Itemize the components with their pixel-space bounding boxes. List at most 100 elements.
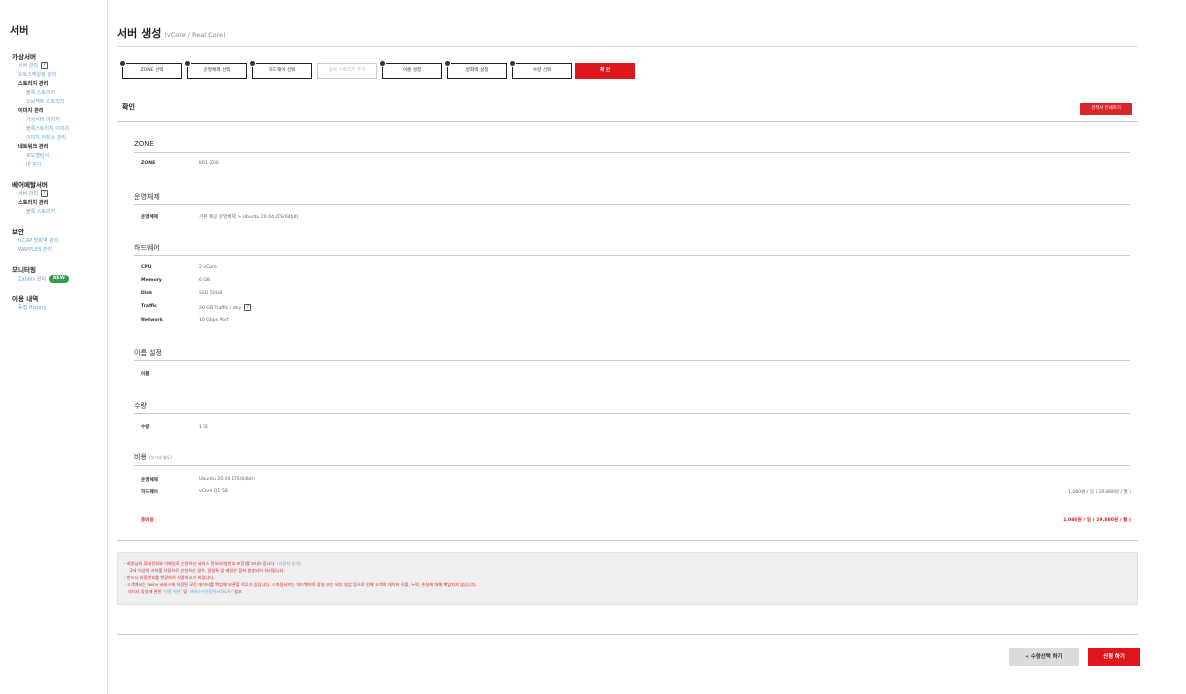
check-dot-icon bbox=[509, 60, 516, 67]
sidebar-item-object-storage[interactable]: 오브젝트 스토리지 bbox=[12, 98, 104, 107]
page-title: 서버 생성 (vCore / Real Core) bbox=[117, 25, 226, 41]
step-label: 하드웨어 선택 bbox=[268, 68, 296, 73]
sidebar-item-ilcap[interactable]: ILCAP 방화벽 관리 bbox=[12, 237, 104, 246]
total-label: 총비용 bbox=[141, 518, 154, 523]
submit-button[interactable]: 신청 하기 bbox=[1088, 648, 1140, 666]
sidebar-section-history: 이용 내역 bbox=[12, 295, 39, 303]
notice-line: - 회원님의 휴대전화와 이메일로 신청하신 서비스 정보(비밀번호 포함)를 … bbox=[124, 560, 1137, 567]
sidebar: 서버 가상서버 서버 관리? 오토스케일링 관리 스토리지 관리 블록 스토리지… bbox=[0, 0, 108, 694]
step-firewall[interactable]: 방화벽 설정 bbox=[444, 60, 507, 79]
step-hardware[interactable]: 하드웨어 선택 bbox=[249, 60, 312, 79]
row-value: KR1-Z06 bbox=[199, 161, 219, 166]
hardware-section: 하드웨어 CPU 2 vCore Memory 6 GB Disk SSD 50… bbox=[134, 243, 1130, 323]
notice-text: - 회원님의 휴대전화와 이메일로 신청하신 서비스 정보(비밀번호 포함)를 … bbox=[124, 561, 276, 566]
help-icon[interactable]: ? bbox=[244, 304, 252, 311]
step-name[interactable]: 이름 설정 bbox=[379, 60, 442, 79]
row-value: SSD 50GB bbox=[199, 291, 223, 296]
row-value: 20 GB Traffic / day? bbox=[199, 304, 599, 311]
section-title: 비용 (부가세 별도) bbox=[134, 452, 1130, 462]
check-dot-icon bbox=[249, 60, 256, 67]
divider bbox=[134, 204, 1130, 205]
step-quantity[interactable]: 수량 선택 bbox=[509, 60, 572, 79]
row-label: 하드웨어 bbox=[141, 490, 158, 495]
row-label: Disk bbox=[141, 291, 153, 296]
sidebar-subsection-storage: 스토리지 관리 bbox=[18, 81, 49, 87]
sidebar-item-wapples[interactable]: WAPPLES 관리 bbox=[12, 246, 104, 255]
section-title: 운영체제 bbox=[134, 193, 160, 201]
notice-text: 및 bbox=[183, 589, 188, 594]
terms-link[interactable]: '이용 약관' bbox=[163, 589, 182, 594]
row-value: 2 vCore bbox=[199, 265, 217, 270]
confirm-title: 확인 bbox=[122, 103, 135, 111]
sidebar-item-image-store[interactable]: 이미지 저장소 관리 bbox=[12, 134, 104, 143]
step-zone[interactable]: ZONE 선택 bbox=[119, 60, 182, 79]
total-price: 1,080원 / 일 ( 29,880원 / 월 ) bbox=[1063, 518, 1131, 523]
divider bbox=[134, 255, 1130, 256]
divider bbox=[134, 413, 1130, 414]
step-label: 운영체제 선택 bbox=[203, 68, 231, 73]
sidebar-item-zabbix[interactable]: Zabbix 관리 NEW bbox=[12, 275, 104, 284]
divider bbox=[117, 540, 1138, 541]
sidebar-item-ip-add[interactable]: IP 추가 bbox=[12, 161, 104, 170]
traffic-value: 20 GB Traffic / day bbox=[199, 306, 242, 311]
check-dot-icon bbox=[119, 60, 126, 67]
sidebar-item-label: Zabbix 관리 bbox=[18, 276, 46, 283]
zone-section: ZONE ZONE KR1-Z06 bbox=[134, 140, 1130, 166]
check-dot-icon bbox=[379, 60, 386, 67]
notice-line: 데이터 장실에 관한 '이용 약관' 및 '서비스수준협약서(SLA)' 참조 bbox=[124, 588, 1137, 595]
sidebar-item-autoscaling[interactable]: 오토스케일링 관리 bbox=[12, 71, 104, 80]
section-title: 하드웨어 bbox=[134, 244, 160, 252]
step-block-storage[interactable]: 블록 스토리지 추가 bbox=[317, 63, 377, 79]
step-label: ZONE 선택 bbox=[140, 68, 164, 73]
sidebar-item-loadbalancer[interactable]: 로드밸런서 bbox=[12, 152, 104, 161]
sidebar-section-security: 보안 bbox=[12, 228, 24, 236]
name-section: 이름 설정 이름 bbox=[134, 348, 1130, 377]
divider bbox=[134, 360, 1130, 361]
sidebar-item-vserver-image[interactable]: 가상서버 이미지 bbox=[12, 116, 104, 125]
page-subtitle: (vCore / Real Core) bbox=[164, 31, 226, 39]
row-label: 수량 bbox=[141, 425, 150, 430]
sidebar-item-block-image[interactable]: 블록스토리지 이미지 bbox=[12, 125, 104, 134]
sla-link[interactable]: '서비스수준협약서(SLA)' bbox=[188, 589, 232, 594]
notice-text: 참조 bbox=[234, 589, 242, 594]
sidebar-subsection-image: 이미지 관리 bbox=[18, 108, 44, 114]
sidebar-item-bm-block[interactable]: 블록 스토리지 bbox=[12, 208, 104, 217]
divider bbox=[117, 46, 1138, 47]
row-label: Traffic bbox=[141, 304, 157, 309]
sidebar-item-server-mgmt[interactable]: 서버 관리? bbox=[12, 62, 104, 71]
sidebar-item-label: 서버 관리 bbox=[18, 63, 38, 69]
row-label: Memory bbox=[141, 278, 162, 283]
sidebar-section-monitoring: 모니터링 bbox=[12, 266, 36, 274]
print-quote-button[interactable]: 견적서 인쇄하기 bbox=[1080, 103, 1132, 115]
row-value: Ubuntu 20.04 LTS(64bit) bbox=[199, 477, 255, 482]
cost-section: 비용 (부가세 별도) 운영체제 Ubuntu 20.04 LTS(64bit)… bbox=[134, 452, 1131, 523]
section-title: 수량 bbox=[134, 402, 147, 410]
notice-text: 데이터 장실에 관한 bbox=[128, 589, 162, 594]
prev-step-button[interactable]: « 수량선택 하기 bbox=[1009, 648, 1079, 666]
divider bbox=[134, 465, 1130, 466]
sidebar-subsection-bm-storage: 스토리지 관리 bbox=[18, 200, 49, 206]
help-icon[interactable]: ? bbox=[41, 190, 48, 197]
os-section: 운영체제 운영체제 기본 제공 운영체제 > Ubuntu 20.04 LTS(… bbox=[134, 192, 1130, 220]
hw-price: 1,080원 / 일 ( 29,880원 / 월 ) bbox=[1067, 490, 1131, 495]
help-icon[interactable]: ? bbox=[41, 62, 48, 69]
check-dot-icon bbox=[444, 60, 451, 67]
notice-line: - 고객께서는 Iwinv 서비스에 저장된 모든 데이터를 백업해 보관할 의… bbox=[124, 582, 477, 587]
step-label: 확 인 bbox=[599, 68, 611, 73]
sidebar-item-block-storage[interactable]: 블록 스토리지 bbox=[12, 89, 104, 98]
row-value: 기본 제공 운영체제 > Ubuntu 20.04 LTS(64bit) bbox=[199, 215, 299, 220]
quantity-section: 수량 수량 1 대 bbox=[134, 401, 1130, 430]
page-title-text: 서버 생성 bbox=[117, 27, 162, 40]
step-confirm[interactable]: 확 인 bbox=[575, 63, 635, 79]
notice-line: - 반드시 비밀번호를 변경하여 사용하시기 바랍니다. bbox=[124, 575, 215, 580]
check-dot-icon bbox=[184, 60, 191, 67]
row-label: 운영체제 bbox=[141, 478, 158, 483]
notice-box: - 회원님의 휴대전화와 이메일로 신청하신 서비스 정보(비밀번호 포함)를 … bbox=[117, 552, 1138, 605]
sidebar-item-history[interactable]: 동접 History bbox=[12, 304, 104, 313]
step-os[interactable]: 운영체제 선택 bbox=[184, 60, 247, 79]
row-label: 운영체제 bbox=[141, 215, 158, 220]
sidebar-item-bm-server-mgmt[interactable]: 서버 관리? bbox=[12, 190, 104, 199]
add-user-link[interactable]: (사용자 추가) bbox=[277, 561, 301, 566]
row-value: vCore.Q1-58 bbox=[199, 489, 228, 494]
new-badge: NEW bbox=[48, 275, 69, 283]
